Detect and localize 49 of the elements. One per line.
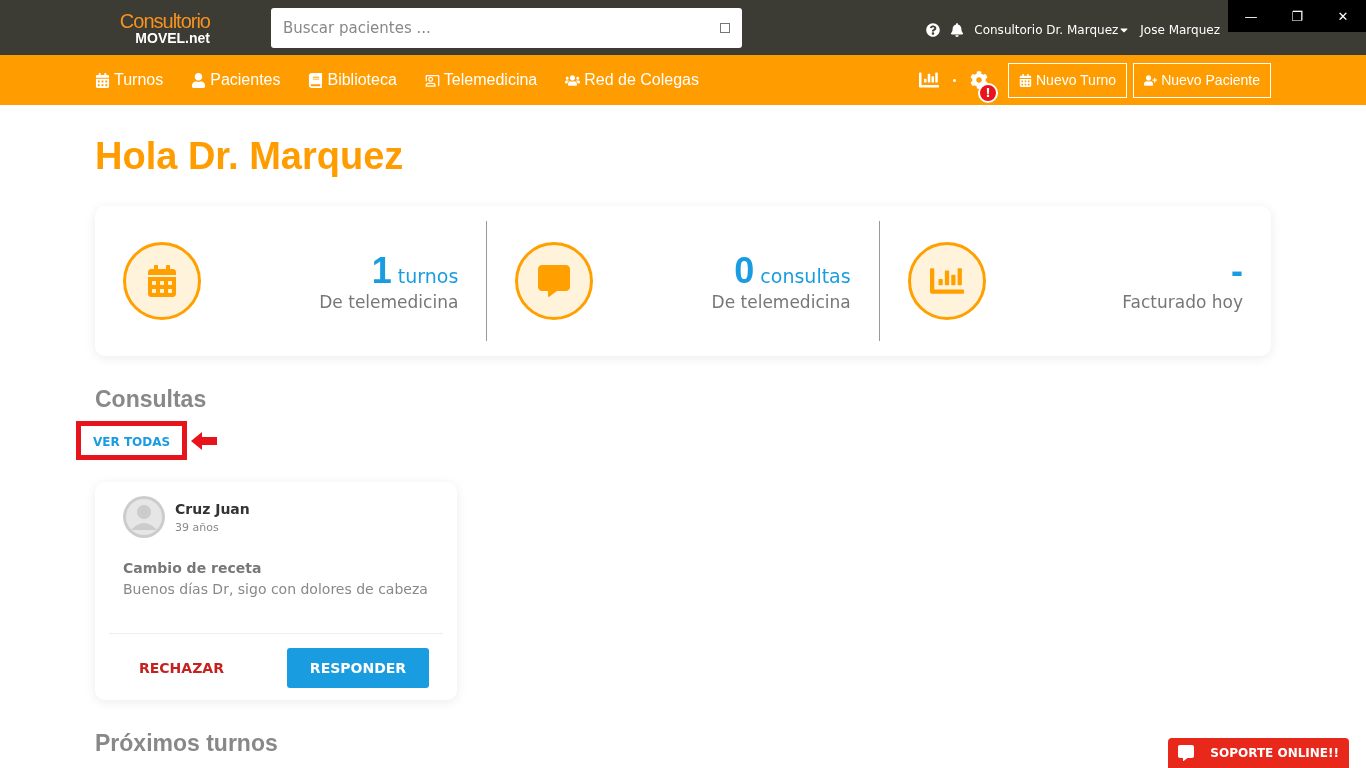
reject-button[interactable]: RECHAZAR [133,659,230,677]
section-heading: Próximos turnos [95,730,278,757]
book-icon [308,72,324,88]
user-plus-icon [1144,73,1158,87]
avatar-icon [123,496,165,538]
nav-link[interactable]: Telemedicina [424,71,538,89]
close-button[interactable]: ✕ [1320,0,1366,32]
stat-unit: consultas [760,265,851,287]
patient-age: 39 años [175,520,220,534]
settings-icon[interactable] [970,71,988,89]
section-heading: Consultas [95,386,207,413]
stat-caption: De telemedicina [319,292,459,312]
view-all-link[interactable]: VER TODAS [93,435,171,449]
square-icon [720,22,730,33]
screen-icon [424,72,440,88]
calendar-icon [1019,73,1032,87]
minimize-button[interactable]: — [1228,0,1274,32]
nav-link[interactable]: Pacientes [191,71,281,89]
stat-caption: Facturado hoy [1122,292,1243,312]
action-button[interactable]: Nuevo Turno [1008,62,1128,98]
alert-badge: ! [978,83,998,103]
user-icon [191,72,207,88]
support-button[interactable]: SOPORTE ONLINE!! [1168,738,1349,768]
consultation-subject: Cambio de receta [123,560,263,576]
help-icon[interactable] [926,22,941,37]
chat-icon [538,265,571,297]
user-name[interactable]: Jose Marquez [1140,22,1220,37]
arrow-icon [191,431,218,450]
greeting-heading: Hola Dr. Marquez [95,135,405,178]
search-field[interactable]: Buscar pacientes ... [271,7,742,48]
action-button[interactable]: Nuevo Paciente [1133,62,1271,98]
stat-unit: turnos [397,265,459,287]
nav-link[interactable]: Red de Colegas [565,71,699,89]
bell-icon[interactable] [950,22,965,37]
reply-button[interactable]: RESPONDER [287,648,429,688]
stat-number: 1 [371,250,392,292]
restore-button[interactable]: ❐ [1274,0,1320,32]
stat-caption: De telemedicina [711,292,851,312]
calendar-icon [95,72,110,88]
patient-name: Cruz Juan [175,500,250,517]
nav-link[interactable]: Biblioteca [308,71,397,89]
stat-number: - [1231,250,1243,292]
office-dropdown[interactable]: Consultorio Dr. Marquez [974,22,1131,37]
stat-number: 0 [734,250,755,292]
users-icon [565,72,581,88]
logo[interactable]: Consultorio MOVEL.net [95,10,210,45]
chat-icon [1178,745,1195,761]
consultation-message: Buenos días Dr, sigo con dolores de cabeza [123,581,429,597]
nav-link[interactable]: Turnos [95,71,164,89]
